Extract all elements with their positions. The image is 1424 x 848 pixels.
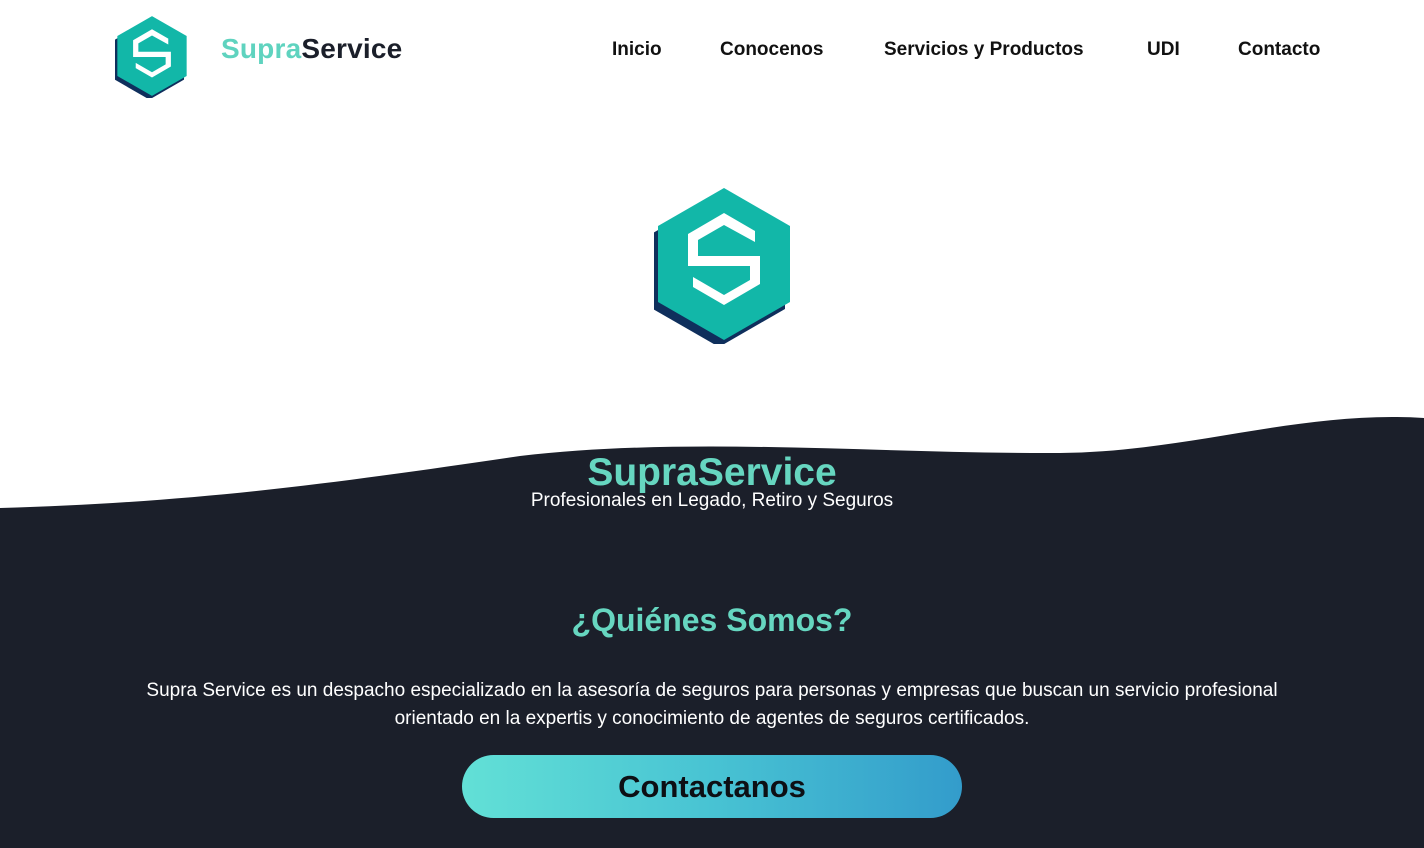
contact-button[interactable]: Contactanos xyxy=(462,755,962,818)
about-description-line1: Supra Service es un despacho especializa… xyxy=(146,680,1278,701)
hero-logo-icon xyxy=(654,188,790,344)
nav-item-servicios-productos[interactable]: Servicios y Productos xyxy=(884,39,1084,61)
hero-title: SupraService xyxy=(587,451,837,494)
brand-name[interactable]: SupraService xyxy=(221,33,402,65)
brand-name-supra: Supra xyxy=(221,33,302,64)
nav-item-inicio[interactable]: Inicio xyxy=(612,39,662,61)
about-heading: ¿Quiénes Somos? xyxy=(571,602,853,638)
navbar: SupraService Inicio Conocenos Servicios … xyxy=(0,0,1424,100)
about-description-line2: orientado en la expertis y conocimiento … xyxy=(394,708,1030,729)
nav-item-udi[interactable]: UDI xyxy=(1147,39,1180,61)
nav-item-conocenos[interactable]: Conocenos xyxy=(720,39,823,61)
nav-item-contacto[interactable]: Contacto xyxy=(1238,39,1320,61)
about-description: Supra Service es un despacho especializa… xyxy=(112,677,1312,733)
hero-subtitle: Profesionales en Legado, Retiro y Seguro… xyxy=(530,490,894,511)
brand-name-service: Service xyxy=(301,33,403,64)
brand-logo-icon[interactable] xyxy=(115,14,189,98)
